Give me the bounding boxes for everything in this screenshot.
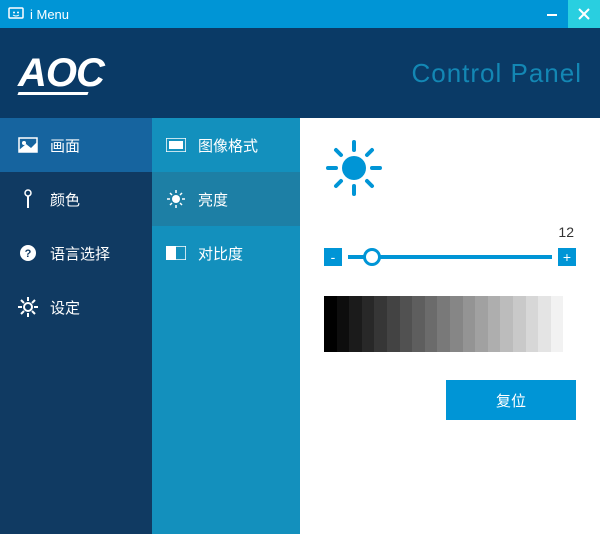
gradient-step: [324, 296, 337, 352]
sidebar-item-label: 颜色: [50, 189, 80, 210]
slider-thumb[interactable]: [363, 248, 381, 266]
gradient-step: [349, 296, 362, 352]
title-text: i Menu: [30, 7, 69, 22]
gradient-step: [538, 296, 551, 352]
control-panel-label: Control Panel: [411, 58, 582, 89]
gradient-step: [551, 296, 564, 352]
gradient-preview: [324, 296, 576, 352]
app-icon: [8, 6, 24, 22]
reset-row: 复位: [324, 380, 576, 420]
brightness-icon: [324, 138, 384, 198]
body: 画面 颜色 ? 语言选择 设定: [0, 118, 600, 534]
sidebar-item-picture[interactable]: 画面: [0, 118, 152, 172]
subnav-item-label: 对比度: [198, 243, 243, 264]
gear-icon: [18, 297, 38, 317]
gradient-step: [362, 296, 375, 352]
sidebar-item-settings[interactable]: 设定: [0, 280, 152, 334]
gradient-step: [563, 296, 576, 352]
subnav-item-label: 图像格式: [198, 135, 258, 156]
header: AOC Control Panel: [0, 28, 600, 118]
picture-icon: [18, 135, 38, 155]
logo-block: AOC: [18, 51, 104, 95]
gradient-step: [400, 296, 413, 352]
brightness-small-icon: [166, 189, 186, 209]
subnav-item-image-format[interactable]: 图像格式: [152, 118, 300, 172]
gradient-step: [437, 296, 450, 352]
sidebar-item-label: 画面: [50, 135, 80, 156]
gradient-step: [500, 296, 513, 352]
sidebar-item-language[interactable]: ? 语言选择: [0, 226, 152, 280]
gradient-step: [412, 296, 425, 352]
logo-underline: [17, 92, 88, 95]
gradient-step: [374, 296, 387, 352]
subnav-item-contrast[interactable]: 对比度: [152, 226, 300, 280]
subnav-item-label: 亮度: [198, 189, 228, 210]
titlebar: i Menu: [0, 0, 600, 28]
title-left: i Menu: [8, 6, 69, 22]
gradient-step: [513, 296, 526, 352]
increase-button[interactable]: +: [558, 248, 576, 266]
gradient-step: [463, 296, 476, 352]
slider-row: 12 - +: [324, 248, 576, 266]
gradient-step: [337, 296, 350, 352]
sidebar-item-label: 语言选择: [50, 243, 110, 264]
subnav-item-brightness[interactable]: 亮度: [152, 172, 300, 226]
language-icon: ?: [18, 243, 38, 263]
decrease-button[interactable]: -: [324, 248, 342, 266]
svg-text:?: ?: [25, 248, 32, 260]
contrast-icon: [166, 243, 186, 263]
gradient-step: [425, 296, 438, 352]
gradient-step: [475, 296, 488, 352]
sidebar: 画面 颜色 ? 语言选择 设定: [0, 118, 152, 534]
gradient-step: [387, 296, 400, 352]
title-buttons: [536, 0, 600, 28]
image-format-icon: [166, 135, 186, 155]
minimize-button[interactable]: [536, 0, 568, 28]
gradient-step: [488, 296, 501, 352]
gradient-step: [526, 296, 539, 352]
slider-value: 12: [558, 224, 574, 240]
close-button[interactable]: [568, 0, 600, 28]
color-icon: [18, 189, 38, 209]
logo: AOC: [18, 51, 104, 96]
reset-button[interactable]: 复位: [446, 380, 576, 420]
sidebar-item-label: 设定: [50, 297, 80, 318]
gradient-step: [450, 296, 463, 352]
app-window: i Menu AOC Control Panel 画面: [0, 0, 600, 534]
sidebar-item-color[interactable]: 颜色: [0, 172, 152, 226]
subnav: 图像格式 亮度 对比度: [152, 118, 300, 534]
slider-track[interactable]: [348, 255, 552, 259]
main-panel: 12 - + 复位: [300, 118, 600, 534]
